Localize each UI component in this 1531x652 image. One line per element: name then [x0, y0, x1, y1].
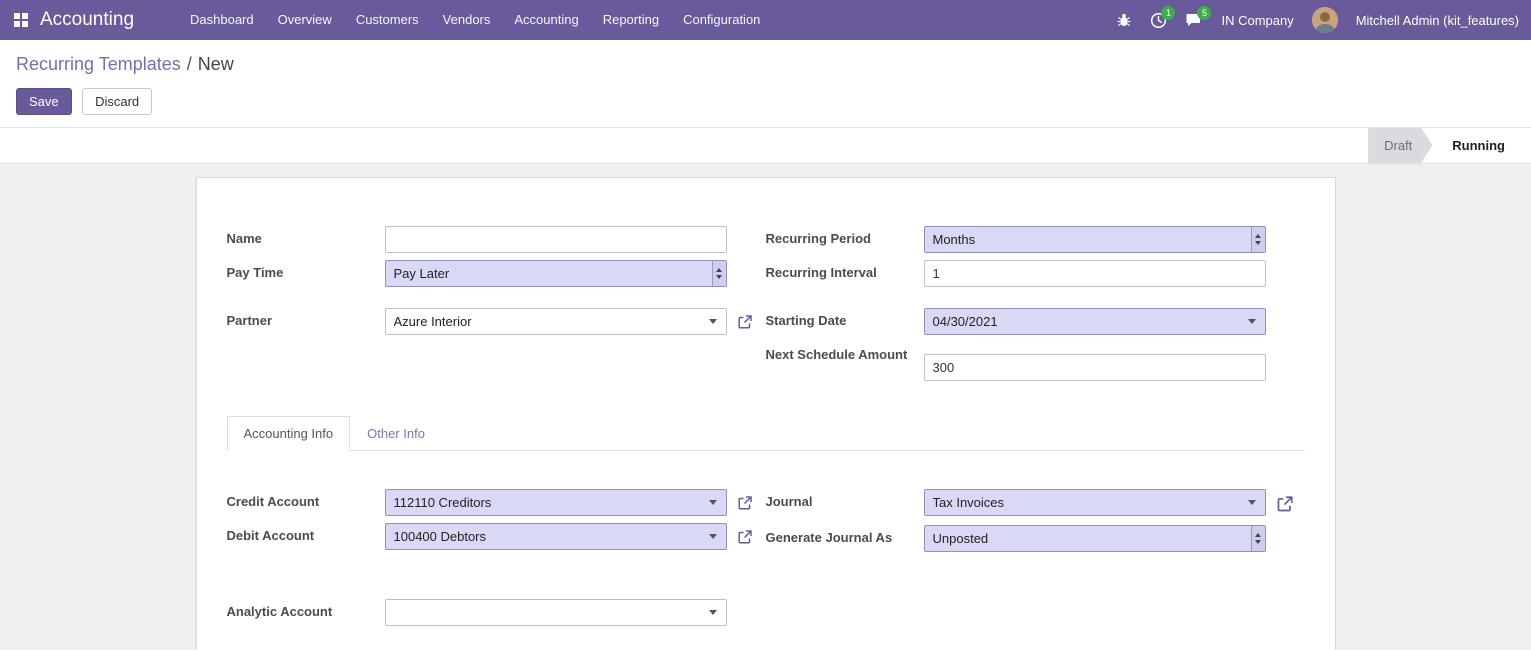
save-button[interactable]: Save	[16, 88, 72, 115]
form-view: Name Pay Time Pay Later Partner	[0, 164, 1531, 650]
recurring-interval-field-row: Recurring Interval	[766, 260, 1305, 287]
breadcrumb-separator: /	[187, 54, 192, 74]
apps-grid-icon[interactable]	[14, 13, 28, 27]
recurring-period-label: Recurring Period	[766, 226, 924, 247]
discard-button[interactable]: Discard	[82, 88, 152, 115]
pay-time-select[interactable]: Pay Later	[385, 260, 727, 287]
user-avatar[interactable]	[1312, 7, 1338, 33]
app-name[interactable]: Accounting	[40, 9, 134, 31]
breadcrumb: Recurring Templates / New	[16, 54, 1515, 75]
breadcrumb-recurring-templates[interactable]: Recurring Templates	[16, 54, 181, 74]
select-arrows-icon	[1251, 526, 1265, 551]
select-arrows-icon	[712, 261, 726, 286]
recurring-period-field-row: Recurring Period Months	[766, 226, 1305, 253]
tab-accounting-info[interactable]: Accounting Info	[227, 416, 351, 451]
tab-other-info[interactable]: Other Info	[350, 416, 442, 451]
journal-field-row: Journal Tax Invoices	[766, 489, 1305, 518]
messages-chat-icon[interactable]: 5	[1185, 12, 1203, 28]
debit-account-label: Debit Account	[227, 523, 385, 544]
control-panel: Recurring Templates / New Save Discard	[0, 40, 1531, 127]
nav-item-accounting[interactable]: Accounting	[502, 0, 590, 40]
nav-item-dashboard[interactable]: Dashboard	[178, 0, 266, 40]
stage-running[interactable]: Running	[1432, 128, 1521, 163]
journal-external-link-icon[interactable]	[1276, 495, 1294, 518]
form-sheet: Name Pay Time Pay Later Partner	[196, 177, 1336, 650]
nav-item-reporting[interactable]: Reporting	[591, 0, 671, 40]
nav-item-configuration[interactable]: Configuration	[671, 0, 772, 40]
notebook-tabs: Accounting Info Other Info	[227, 416, 1305, 451]
statusbar: Draft Running	[0, 127, 1531, 164]
analytic-account-combobox[interactable]	[385, 599, 727, 626]
starting-date-label: Starting Date	[766, 308, 924, 329]
pay-time-label: Pay Time	[227, 260, 385, 281]
credit-account-field-row: Credit Account 112110 Creditors	[227, 489, 766, 516]
next-schedule-amount-input[interactable]	[924, 354, 1266, 381]
debit-account-external-link-icon[interactable]	[737, 529, 753, 550]
next-schedule-amount-label: Next Schedule Amount	[766, 342, 924, 363]
nav-item-overview[interactable]: Overview	[266, 0, 344, 40]
partner-external-link-icon[interactable]	[737, 314, 753, 335]
nav-item-vendors[interactable]: Vendors	[431, 0, 503, 40]
action-buttons: Save Discard	[16, 88, 1515, 115]
top-navbar: Accounting Dashboard Overview Customers …	[0, 0, 1531, 40]
analytic-account-field-row: Analytic Account	[227, 599, 766, 626]
generate-journal-as-label: Generate Journal As	[766, 525, 924, 546]
main-menu: Dashboard Overview Customers Vendors Acc…	[178, 0, 772, 40]
credit-account-external-link-icon[interactable]	[737, 495, 753, 516]
user-menu[interactable]: Mitchell Admin (kit_features)	[1356, 13, 1519, 28]
recurring-interval-input[interactable]	[924, 260, 1266, 287]
chevron-down-icon	[1248, 500, 1256, 505]
chevron-down-icon	[709, 610, 717, 615]
activities-clock-icon[interactable]: 1	[1150, 12, 1167, 29]
partner-field-row: Partner Azure Interior	[227, 308, 766, 335]
credit-account-combobox[interactable]: 112110 Creditors	[385, 489, 727, 516]
name-input[interactable]	[385, 226, 727, 253]
pay-time-field-row: Pay Time Pay Later	[227, 260, 766, 287]
starting-date-picker[interactable]: 04/30/2021	[924, 308, 1266, 335]
partner-label: Partner	[227, 308, 385, 329]
activity-count-badge: 1	[1161, 6, 1175, 20]
journal-combobox[interactable]: Tax Invoices	[924, 489, 1266, 516]
starting-date-field-row: Starting Date 04/30/2021	[766, 308, 1305, 335]
debit-account-combobox[interactable]: 100400 Debtors	[385, 523, 727, 550]
nav-item-customers[interactable]: Customers	[344, 0, 431, 40]
name-field-row: Name	[227, 226, 766, 253]
chevron-down-icon	[709, 319, 717, 324]
credit-account-label: Credit Account	[227, 489, 385, 510]
chevron-down-icon	[1248, 319, 1256, 324]
debug-bug-icon[interactable]	[1116, 12, 1132, 28]
next-schedule-amount-field-row: Next Schedule Amount	[766, 342, 1305, 381]
chevron-down-icon	[709, 534, 717, 539]
analytic-account-label: Analytic Account	[227, 599, 385, 620]
generate-journal-as-select[interactable]: Unposted	[924, 525, 1266, 552]
breadcrumb-current: New	[198, 54, 234, 74]
select-arrows-icon	[1251, 227, 1265, 252]
generate-journal-as-field-row: Generate Journal As Unposted	[766, 525, 1305, 552]
recurring-period-select[interactable]: Months	[924, 226, 1266, 253]
journal-label: Journal	[766, 489, 924, 510]
tab-accounting-info-content: Credit Account 112110 Creditors Debi	[227, 451, 1305, 633]
message-count-badge: 5	[1197, 6, 1211, 20]
recurring-interval-label: Recurring Interval	[766, 260, 924, 281]
chevron-down-icon	[709, 500, 717, 505]
stage-draft[interactable]: Draft	[1368, 128, 1432, 163]
name-label: Name	[227, 226, 385, 247]
partner-combobox[interactable]: Azure Interior	[385, 308, 727, 335]
debit-account-field-row: Debit Account 100400 Debtors	[227, 523, 766, 550]
company-switcher[interactable]: IN Company	[1221, 13, 1293, 28]
